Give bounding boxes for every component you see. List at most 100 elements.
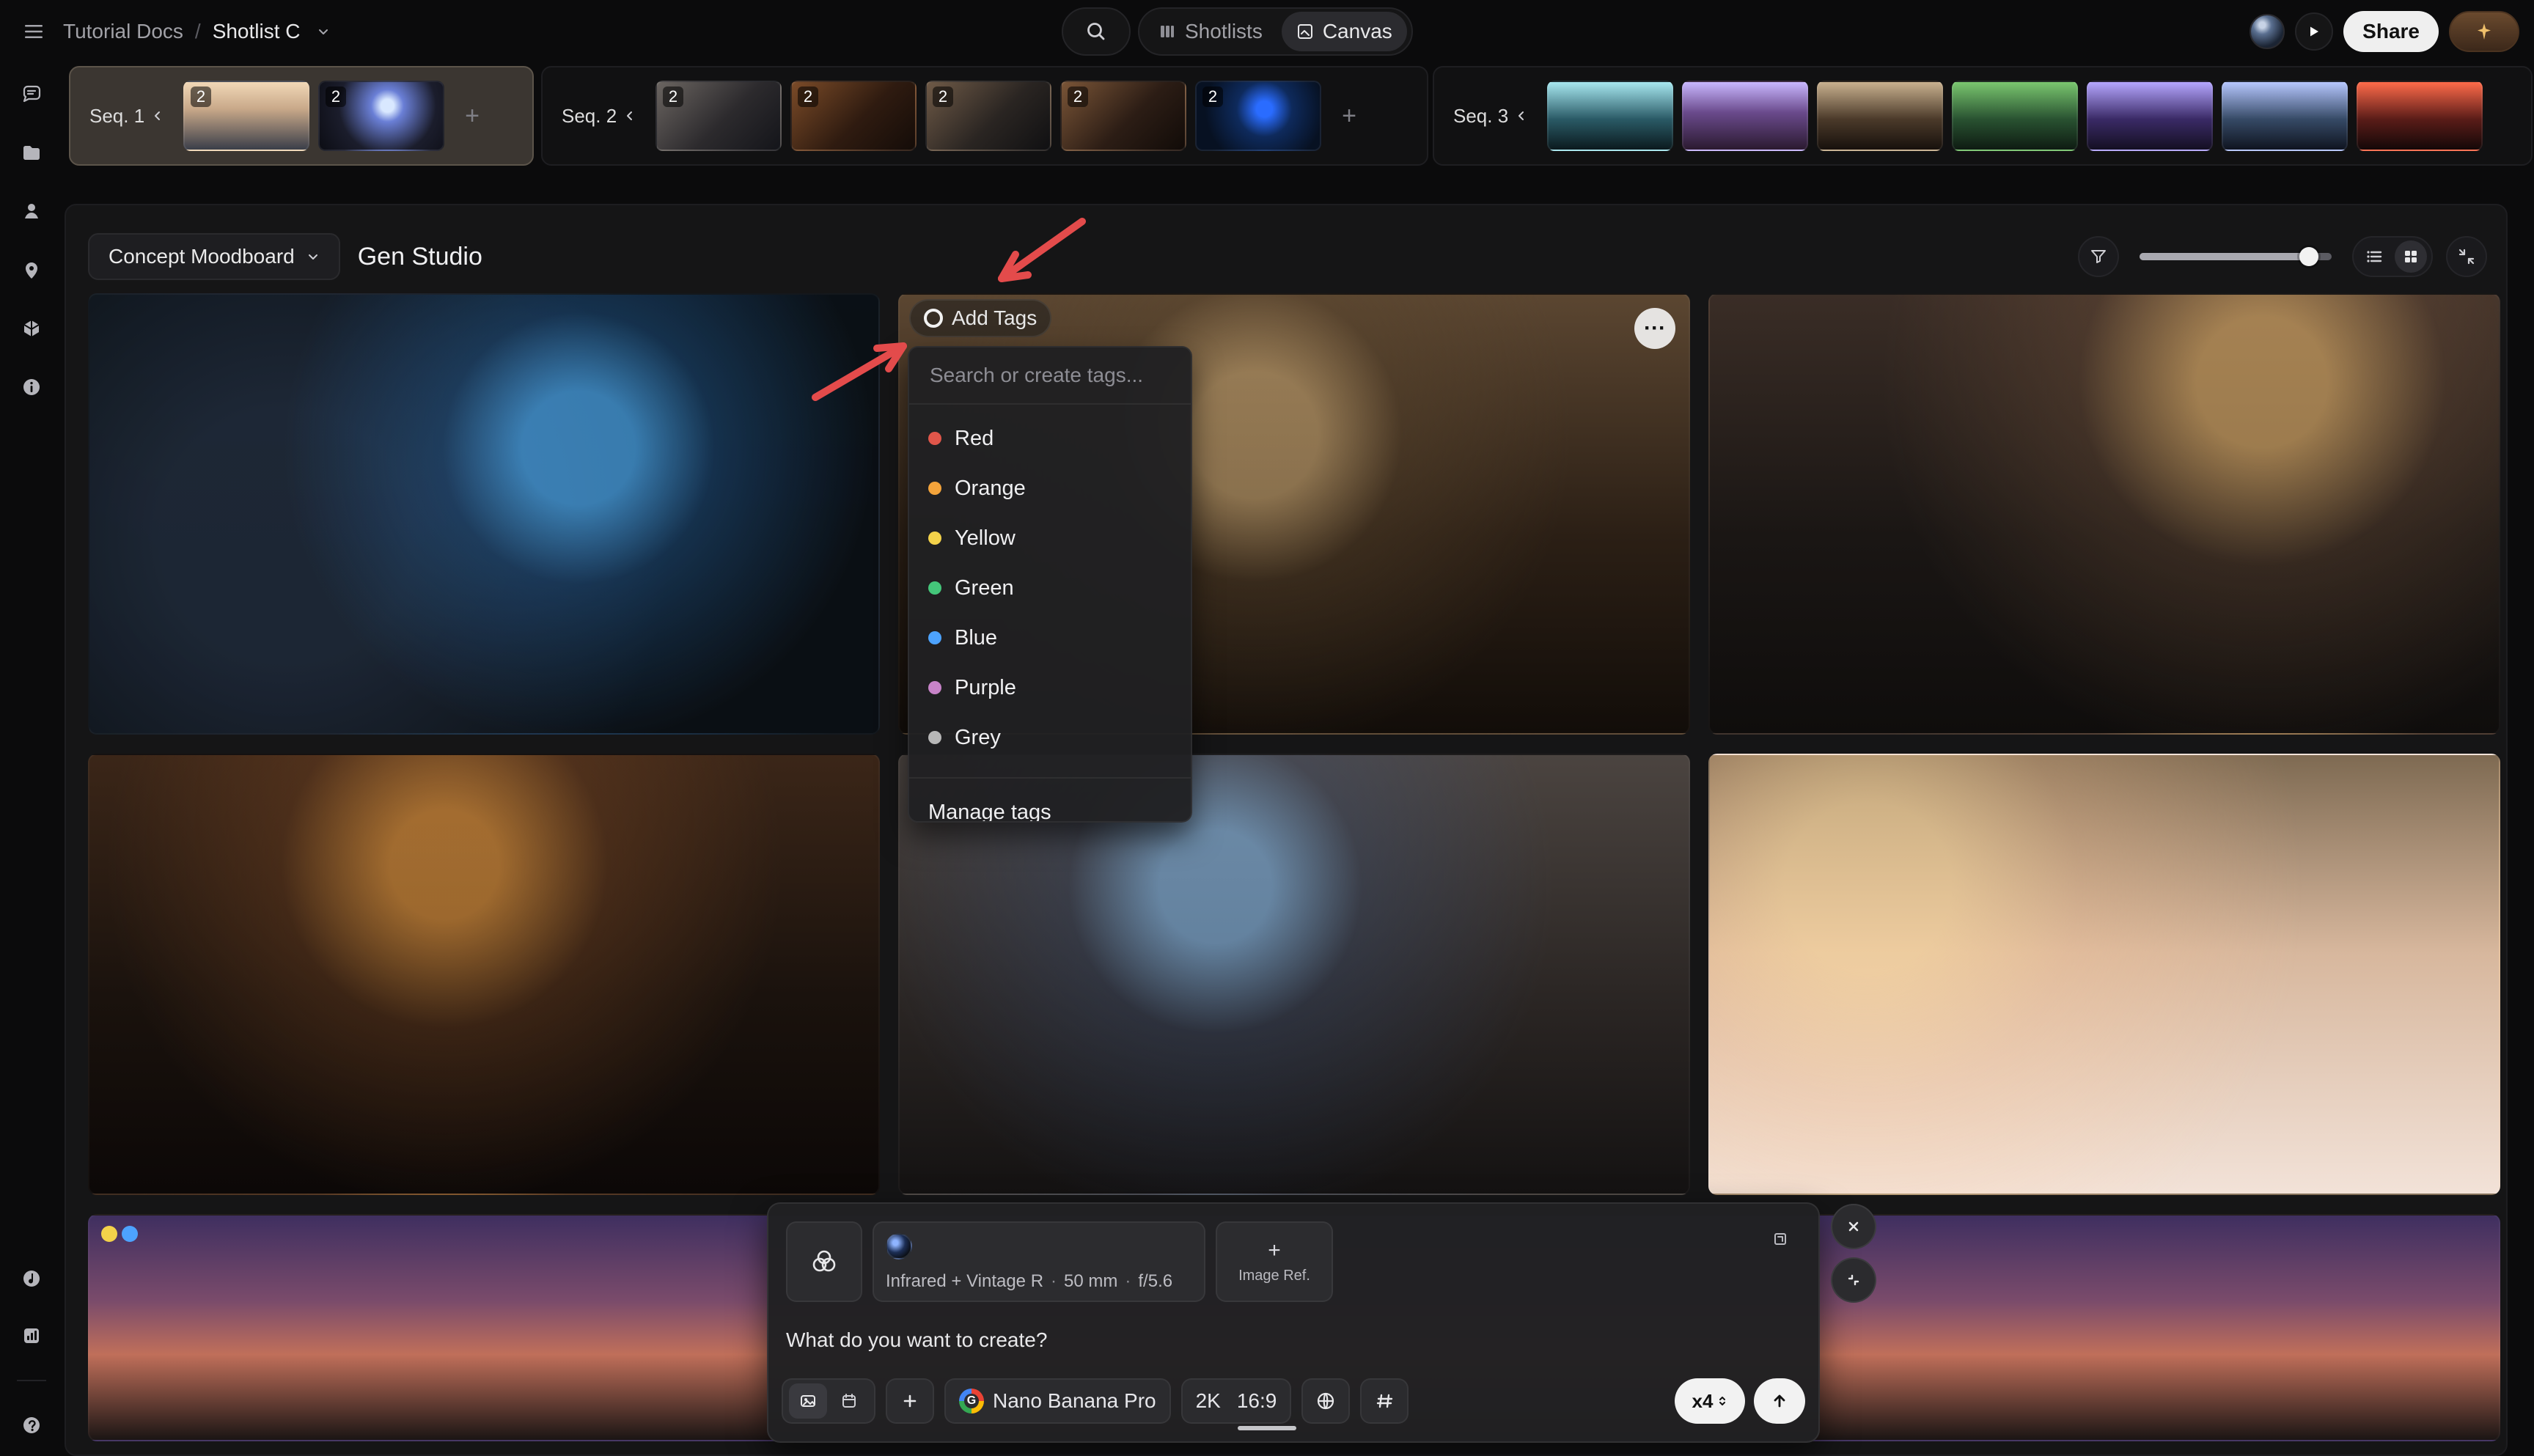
tag-option-purple[interactable]: Purple bbox=[909, 663, 1191, 713]
sequence-3-thumb-5[interactable] bbox=[2087, 81, 2213, 151]
zoom-slider[interactable] bbox=[2140, 247, 2332, 266]
sequence-2-thumb-5[interactable]: 2 bbox=[1195, 81, 1321, 151]
moodboard-dropdown[interactable]: Concept Moodboard bbox=[88, 233, 340, 280]
prompt-input[interactable]: What do you want to create? bbox=[786, 1328, 1801, 1358]
thumbnail-count-badge: 2 bbox=[191, 87, 211, 107]
sidebar-item-help[interactable] bbox=[14, 1408, 49, 1443]
tab-canvas-label: Canvas bbox=[1322, 20, 1392, 43]
add-tags-button[interactable]: Add Tags bbox=[909, 299, 1052, 337]
image-tile-spirit-fox[interactable] bbox=[88, 293, 880, 735]
zoom-slider-knob[interactable] bbox=[2299, 247, 2318, 266]
image-reference-label: Image Ref. bbox=[1238, 1267, 1310, 1284]
image-mode-button[interactable] bbox=[789, 1383, 827, 1419]
top-bar: Tutorial Docs / Shotlist C Shotlists Can… bbox=[0, 0, 2534, 63]
sequence-2-thumb-2[interactable]: 2 bbox=[790, 81, 917, 151]
sequence-3-thumb-2[interactable] bbox=[1682, 81, 1808, 151]
sequence-2-thumb-3[interactable]: 2 bbox=[925, 81, 1051, 151]
style-preset-card[interactable]: Infrared + Vintage R · 50 mm · f/5.6 bbox=[873, 1221, 1205, 1302]
add-shot-button[interactable]: + bbox=[1330, 97, 1368, 135]
send-group: x4 bbox=[1675, 1378, 1805, 1424]
tab-shotlists[interactable]: Shotlists bbox=[1144, 12, 1277, 51]
image-mode-icon bbox=[801, 1395, 815, 1407]
sequence-2-thumb-4[interactable]: 2 bbox=[1060, 81, 1186, 151]
globe-icon bbox=[1318, 1392, 1334, 1410]
sidebar-item-chat[interactable] bbox=[14, 76, 49, 111]
sidebar-item-locations[interactable] bbox=[14, 252, 49, 287]
sidebar-item-info[interactable] bbox=[14, 369, 49, 405]
avatar[interactable] bbox=[2250, 14, 2285, 49]
image-tile-gnome-workshop[interactable] bbox=[88, 754, 880, 1195]
tab-canvas[interactable]: Canvas bbox=[1281, 12, 1407, 51]
expand-composer-button[interactable] bbox=[1764, 1223, 1796, 1255]
sequence-3[interactable]: Seq. 3 bbox=[1433, 66, 2533, 166]
sequence-2[interactable]: Seq. 2 2 2 2 2 2 + bbox=[541, 66, 1428, 166]
add-shot-button[interactable]: + bbox=[453, 97, 491, 135]
web-search-button[interactable] bbox=[1301, 1378, 1351, 1424]
collapse-button[interactable] bbox=[2446, 236, 2487, 277]
close-composer-button[interactable] bbox=[1831, 1204, 1876, 1249]
sequence-3-thumb-6[interactable] bbox=[2222, 81, 2348, 151]
composer-mode-button[interactable] bbox=[786, 1221, 862, 1302]
moodboard-dropdown-label: Concept Moodboard bbox=[109, 245, 295, 268]
list-view-button[interactable] bbox=[2358, 240, 2390, 273]
filter-button[interactable] bbox=[2078, 236, 2119, 277]
share-button[interactable]: Share bbox=[2343, 11, 2439, 52]
tag-option-orange[interactable]: Orange bbox=[909, 463, 1191, 513]
hamburger-icon bbox=[25, 25, 43, 38]
image-tile-swordswoman[interactable] bbox=[1708, 293, 2500, 735]
sequence-3-thumb-3[interactable] bbox=[1817, 81, 1943, 151]
play-button[interactable] bbox=[2295, 12, 2334, 51]
add-attachment-button[interactable] bbox=[886, 1378, 934, 1424]
breadcrumb-item-tutorial-docs[interactable]: Tutorial Docs bbox=[63, 20, 183, 43]
sequence-3-thumb-1[interactable] bbox=[1547, 81, 1673, 151]
board-header: Concept Moodboard Gen Studio bbox=[88, 229, 2487, 284]
breadcrumb-item-shotlist-c[interactable]: Shotlist C bbox=[213, 20, 301, 43]
sidebar-item-people[interactable] bbox=[14, 194, 49, 229]
menu-button[interactable] bbox=[18, 15, 50, 48]
tag-option-red[interactable]: Red bbox=[909, 413, 1191, 463]
sequence-3-thumb-7[interactable] bbox=[2357, 81, 2483, 151]
tag-search-input[interactable] bbox=[928, 359, 1172, 392]
model-selector[interactable]: G Nano Banana Pro bbox=[944, 1378, 1171, 1424]
sequence-1-thumb-1[interactable]: 2 bbox=[183, 81, 309, 151]
grid-view-button[interactable] bbox=[2395, 240, 2427, 273]
center-navigation: Shotlists Canvas bbox=[1062, 7, 1413, 56]
image-reference-button[interactable]: + Image Ref. bbox=[1216, 1221, 1333, 1302]
style-avatar bbox=[886, 1233, 912, 1260]
sequence-1-thumb-2[interactable]: 2 bbox=[318, 81, 444, 151]
chevron-down-icon[interactable] bbox=[317, 25, 330, 38]
manage-tags-link[interactable]: Manage tags bbox=[909, 784, 1191, 822]
sequence-2-thumb-1[interactable]: 2 bbox=[655, 81, 782, 151]
calendar-mode-button[interactable] bbox=[830, 1383, 868, 1419]
meta-separator: · bbox=[1125, 1271, 1131, 1291]
sequence-3-thumbnails bbox=[1547, 81, 2483, 151]
output-count-selector[interactable]: x4 bbox=[1675, 1378, 1745, 1424]
hashtag-button[interactable] bbox=[1360, 1378, 1409, 1424]
location-pin-icon bbox=[26, 262, 37, 279]
sidebar-divider bbox=[17, 1380, 46, 1381]
tag-label: Orange bbox=[955, 476, 1026, 500]
minimize-composer-button[interactable] bbox=[1831, 1257, 1876, 1303]
sequence-1[interactable]: Seq. 1 2 2 + bbox=[69, 66, 534, 166]
sidebar-item-folders[interactable] bbox=[14, 135, 49, 170]
tag-option-grey[interactable]: Grey bbox=[909, 713, 1191, 762]
search-button[interactable] bbox=[1062, 7, 1131, 56]
tag-option-green[interactable]: Green bbox=[909, 563, 1191, 613]
ai-assist-button[interactable] bbox=[2449, 11, 2519, 52]
thumbnail-count-badge: 2 bbox=[1068, 87, 1088, 107]
tag-option-blue[interactable]: Blue bbox=[909, 613, 1191, 663]
image-tile-miniature-village[interactable] bbox=[1708, 754, 2500, 1195]
style-name: Infrared + Vintage R bbox=[886, 1271, 1044, 1291]
minimize-icon bbox=[1848, 1274, 1859, 1286]
sidebar-item-analytics[interactable] bbox=[14, 1318, 49, 1353]
tag-label: Purple bbox=[955, 675, 1016, 699]
sequence-3-thumb-4[interactable] bbox=[1952, 81, 2078, 151]
sidebar-item-music[interactable] bbox=[14, 1261, 49, 1296]
image-options-button[interactable]: ··· bbox=[1634, 308, 1675, 349]
send-button[interactable] bbox=[1754, 1378, 1805, 1424]
tag-option-yellow[interactable]: Yellow bbox=[909, 513, 1191, 563]
tag-label: Yellow bbox=[955, 526, 1016, 550]
person-icon bbox=[25, 204, 38, 218]
resolution-aspect-selector[interactable]: 2K 16:9 bbox=[1180, 1378, 1292, 1424]
sidebar-item-assets[interactable] bbox=[14, 311, 49, 346]
